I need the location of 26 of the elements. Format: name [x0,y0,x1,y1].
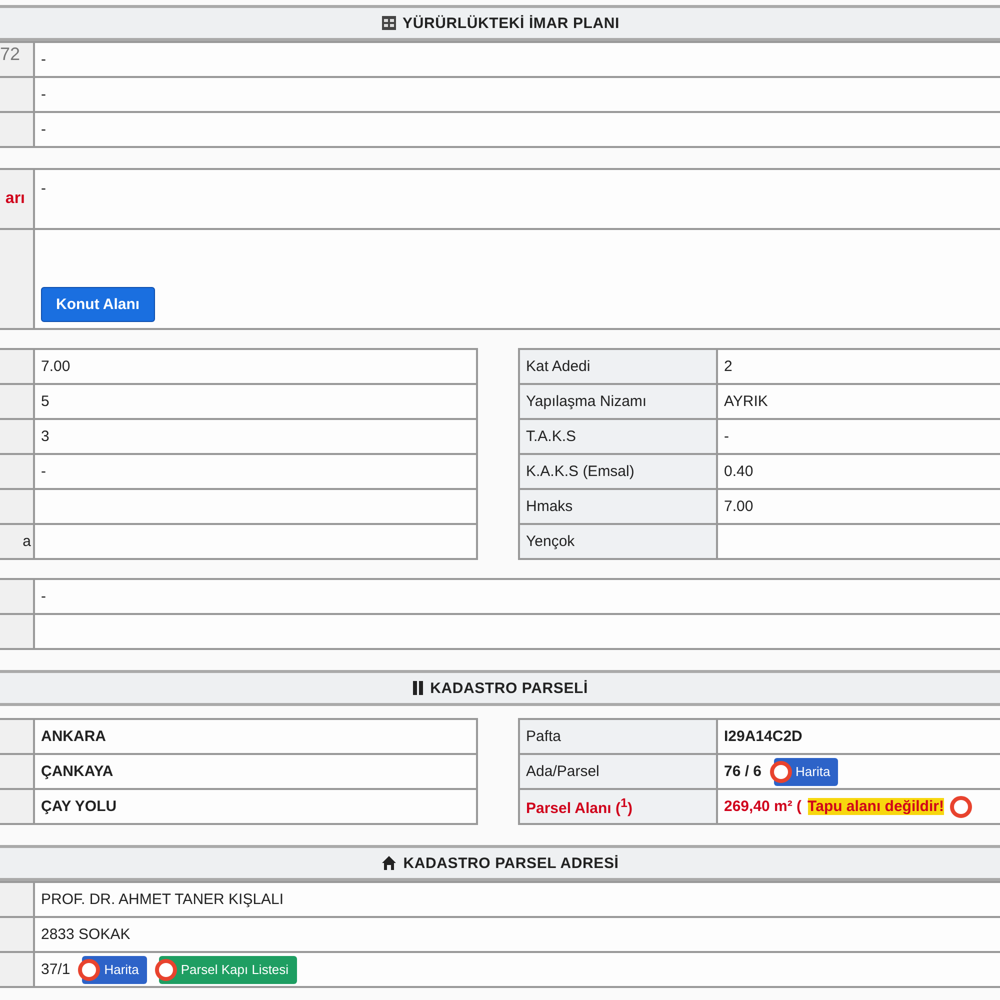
table-icon [380,15,397,31]
cell-text: 76 / 6 [724,763,762,780]
label-cell: T.A.K.S [520,420,718,453]
home-icon [381,855,398,871]
label-cell: Kat Adedi [520,350,718,383]
zone-button[interactable]: Konut Alanı [41,287,155,322]
label-cell: K.A.K.S (Emsal) [520,455,718,488]
section-title: KADASTRO PARSELİ [430,680,588,696]
row-label: arı [5,190,26,208]
label-cell: Hmaks [520,490,718,523]
circle-icon[interactable] [950,796,972,818]
section-title: KADASTRO PARSEL ADRESİ [403,854,619,872]
section-title: YÜRÜRLÜKTEKİ İMAR PLANI [402,14,620,32]
label-cell: Ada/Parsel [520,755,718,788]
row-label: a [22,533,32,550]
label-cell: Pafta [520,720,718,753]
columns-icon [412,680,424,696]
cell-text: - [41,180,46,197]
label-cell: Yençok [520,525,718,558]
label-cell: Parsel Alanı ($^{1}$) [520,790,718,823]
cell-text: 2833 SOKAK [41,926,130,943]
cell-text: I29A14C2D [724,728,802,745]
label-cell: Yapılaşma Nizamı [520,385,718,418]
cell-text: 37/1 [41,961,70,978]
cell-text: PROF. DR. AHMET TANER KIŞLALI [41,891,284,908]
cell-text: 269,40 m² ( [724,798,802,815]
